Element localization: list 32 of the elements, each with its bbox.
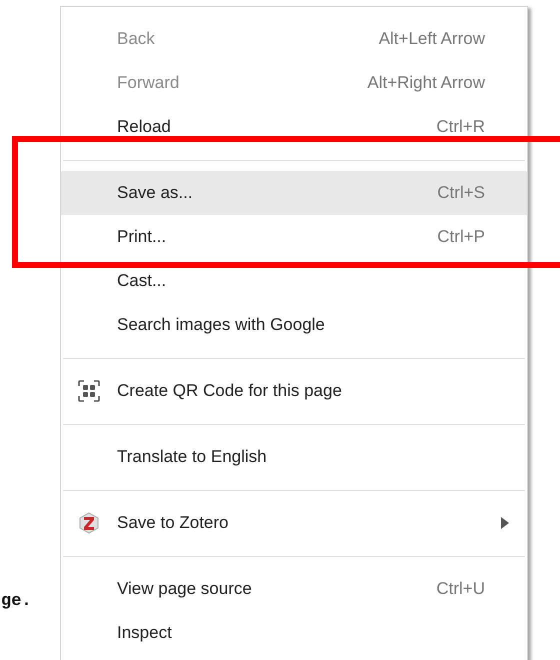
shortcut-text: Alt+Left Arrow	[378, 29, 485, 49]
item-label: Create QR Code for this page	[117, 381, 343, 401]
item-label: Back	[117, 29, 156, 49]
menu-item[interactable]: Search images with Google	[61, 303, 527, 347]
item-label: Print...	[117, 227, 168, 247]
item-label: Cast...	[117, 271, 168, 291]
shortcut-text: Ctrl+U	[436, 579, 485, 599]
zotero-icon	[79, 512, 99, 534]
item-label: Save to Zotero	[117, 513, 230, 533]
item-label: Save as...	[117, 183, 194, 203]
item-label: View page source	[117, 579, 253, 599]
shortcut-text: Ctrl+S	[437, 183, 485, 203]
menu-item[interactable]: Print... Ctrl+P	[61, 215, 527, 259]
shortcut-text: Ctrl+R	[436, 117, 485, 137]
item-label: Inspect	[117, 623, 173, 643]
menu-item[interactable]: Cast...	[61, 259, 527, 303]
submenu-arrow-icon	[501, 517, 509, 529]
qr-code-icon	[78, 380, 100, 402]
menu-item[interactable]: Inspect	[61, 611, 527, 655]
menu-item[interactable]: Translate to English	[61, 435, 527, 479]
menu-item[interactable]: Reload Ctrl+R	[61, 105, 527, 149]
menu-item[interactable]: View page source Ctrl+U	[61, 567, 527, 611]
shortcut-text: Ctrl+P	[437, 227, 485, 247]
item-label: Forward	[117, 73, 180, 93]
item-label: Search images with Google	[117, 315, 326, 335]
menu-item[interactable]: Save to Zotero	[61, 501, 527, 545]
page-text: ge.	[1, 592, 32, 611]
menu-item[interactable]: Save as... Ctrl+S	[61, 171, 527, 215]
item-label: Reload	[117, 117, 172, 137]
item-label: Translate to English	[117, 447, 268, 467]
menu-item[interactable]: Create QR Code for this page	[61, 369, 527, 413]
shortcut-text: Alt+Right Arrow	[367, 73, 485, 93]
